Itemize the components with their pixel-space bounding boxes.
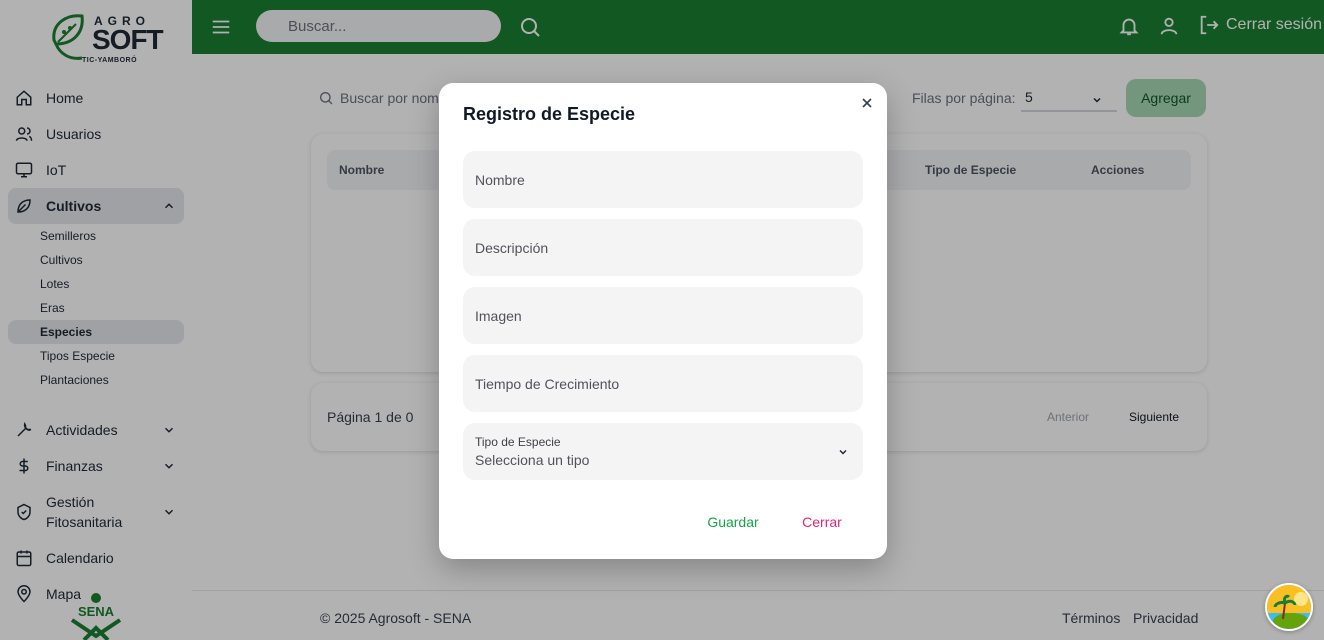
save-button[interactable]: Guardar [696, 506, 770, 538]
cancel-button[interactable]: Cerrar [789, 506, 855, 538]
imagen-field[interactable]: Imagen [463, 287, 863, 344]
chevron-down-icon [839, 449, 847, 455]
tipo-especie-select[interactable]: Tipo de Especie Selecciona un tipo [463, 423, 863, 480]
tipo-especie-label: Tipo de Especie [475, 435, 561, 449]
nombre-field[interactable]: Nombre [463, 151, 863, 208]
tiempo-crecimiento-field[interactable]: Tiempo de Crecimiento [463, 355, 863, 412]
modal-title: Registro de Especie [463, 104, 636, 124]
descripcion-field[interactable]: Descripción [463, 219, 863, 276]
close-icon[interactable] [859, 95, 875, 111]
tipo-especie-value: Selecciona un tipo [475, 452, 590, 468]
species-modal: Registro de Especie Nombre Descripción I… [439, 83, 887, 559]
assistant-avatar[interactable] [1265, 583, 1313, 631]
